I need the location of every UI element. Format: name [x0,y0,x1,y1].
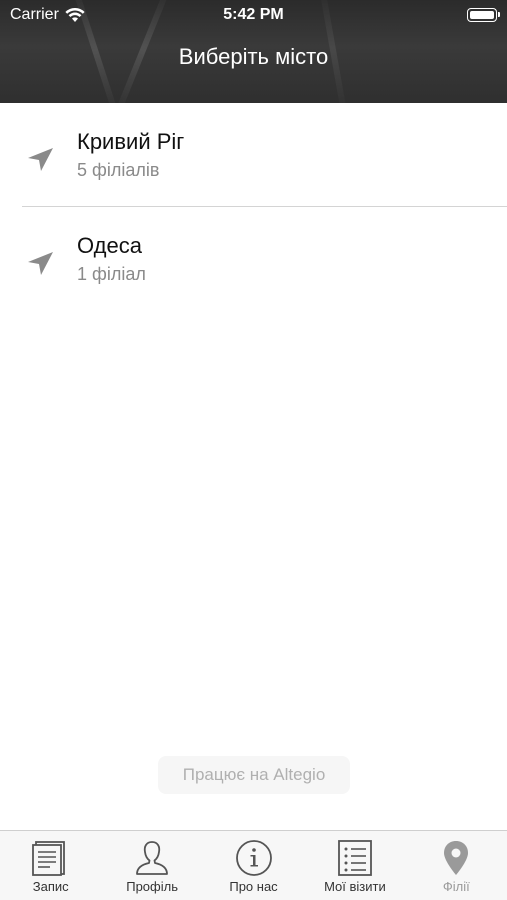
tab-label: Запис [32,879,69,894]
city-branch-count: 1 філіал [77,264,146,284]
tab-my-visits[interactable]: Мої візити [304,831,405,900]
header-bar: Carrier 5:42 PM Виберіть місто [0,0,507,103]
tab-bar: Запис Профіль Про нас Мої візити Філії [0,830,507,900]
tab-branches[interactable]: Філії [406,831,507,900]
status-bar: Carrier 5:42 PM [0,0,507,30]
tab-about[interactable]: Про нас [203,831,304,900]
page-title: Виберіть місто [178,44,329,69]
tab-label: Про нас [229,879,278,894]
tab-profile[interactable]: Профіль [101,831,202,900]
battery-icon [467,8,500,22]
city-item-odesa[interactable]: Одеса 1 філіал [0,207,507,311]
document-icon [31,841,65,876]
tab-label: Профіль [126,879,178,894]
location-arrow-icon [28,148,53,171]
list-icon [338,840,372,876]
powered-by-badge[interactable]: Працює на Altegio [158,756,350,794]
info-icon [235,840,272,876]
city-branch-count: 5 філіалів [77,160,160,180]
tab-label: Мої візити [324,879,386,894]
person-icon [136,841,169,875]
tab-booking[interactable]: Запис [0,831,101,900]
city-name: Одеса [77,233,142,258]
city-item-kryvyi-rih[interactable]: Кривий Ріг 5 філіалів [0,103,507,207]
city-name: Кривий Ріг [77,129,185,154]
tab-label: Філії [442,879,470,894]
status-time: 5:42 PM [223,6,284,23]
location-arrow-icon [28,252,53,275]
map-pin-icon [444,841,469,875]
city-list: Кривий Ріг 5 філіалів Одеса 1 філіал [0,103,507,311]
